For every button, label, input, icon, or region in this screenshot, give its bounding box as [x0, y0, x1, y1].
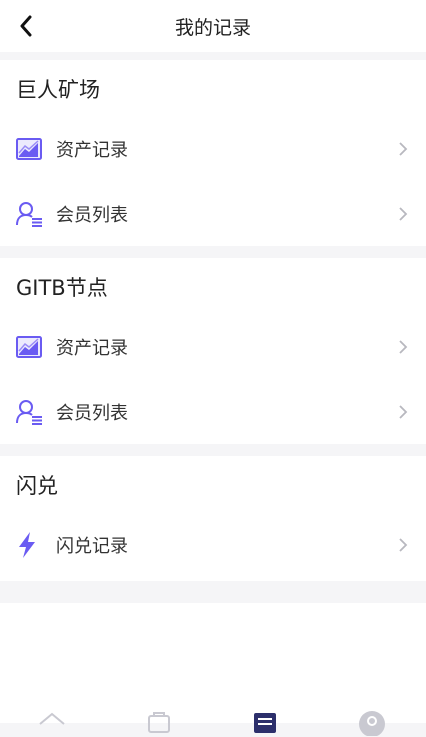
tab-home[interactable]: [32, 707, 72, 737]
asset-record-item[interactable]: 资产记录: [0, 314, 426, 379]
section-gitb-node: GITB节点 资产记录 会员列表: [0, 258, 426, 444]
chart-icon: [16, 332, 46, 362]
section-title: GITB节点: [16, 276, 108, 300]
item-label: 会员列表: [56, 402, 128, 424]
bottom-tab-bar: [0, 603, 426, 736]
tab-profile[interactable]: [352, 707, 392, 737]
item-label: 会员列表: [56, 204, 128, 226]
profile-icon: [359, 711, 385, 736]
member-list-icon: [16, 199, 46, 229]
section-title: 巨人矿场: [16, 78, 100, 102]
tab-records[interactable]: [245, 707, 285, 737]
flash-exchange-record-item[interactable]: 闪兑记录: [0, 512, 426, 577]
section-flash-exchange: 闪兑 闪兑记录: [0, 456, 426, 581]
item-label: 闪兑记录: [56, 535, 128, 557]
chevron-right-icon: [399, 537, 408, 552]
top-nav-bar: 我的记录: [0, 0, 426, 52]
home-icon: [39, 712, 65, 725]
section-title: 闪兑: [16, 474, 58, 498]
lightning-icon: [16, 530, 46, 560]
back-button[interactable]: [10, 10, 42, 42]
member-list-icon: [16, 397, 46, 427]
chevron-right-icon: [399, 141, 408, 156]
tab-wallet[interactable]: [139, 707, 179, 737]
item-label: 资产记录: [56, 337, 128, 359]
section-giant-mine: 巨人矿场 资产记录 会员列表: [0, 60, 426, 246]
chevron-left-icon: [20, 15, 32, 37]
wallet-icon: [148, 712, 170, 733]
chevron-right-icon: [399, 339, 408, 354]
records-icon: [254, 713, 276, 733]
member-list-item[interactable]: 会员列表: [0, 379, 426, 444]
chevron-right-icon: [399, 206, 408, 221]
asset-record-item[interactable]: 资产记录: [0, 116, 426, 181]
item-label: 资产记录: [56, 139, 128, 161]
chart-icon: [16, 134, 46, 164]
member-list-item[interactable]: 会员列表: [0, 181, 426, 246]
chevron-right-icon: [399, 404, 408, 419]
page-title: 我的记录: [174, 16, 251, 39]
